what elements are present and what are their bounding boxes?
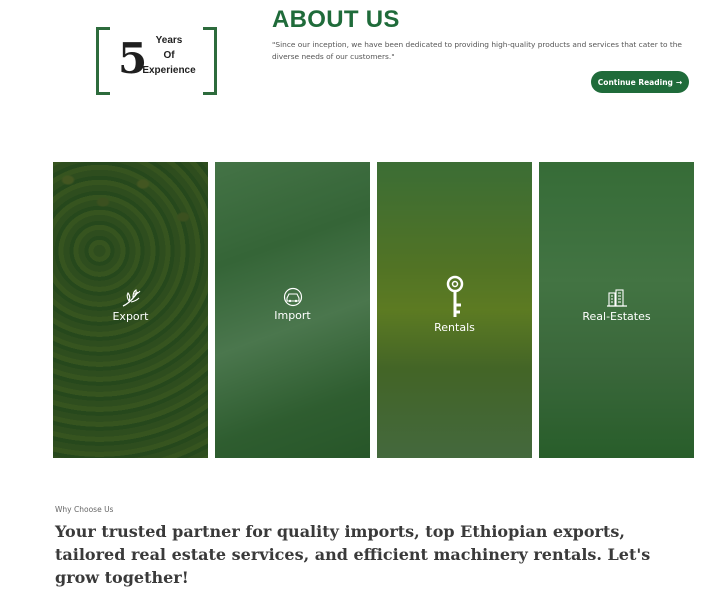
- experience-badge: 5 Years Of Experience: [96, 27, 217, 95]
- continue-reading-button[interactable]: Continue Reading →: [591, 71, 689, 93]
- left-bracket: [96, 27, 110, 95]
- years-word: Years: [155, 35, 183, 46]
- card-import-label: Import: [274, 309, 311, 322]
- about-text: "Since our inception, we have been dedic…: [272, 40, 682, 61]
- card-rentals[interactable]: Rentals: [377, 162, 532, 458]
- plant-icon: [122, 289, 140, 307]
- card-real-estates-label: Real-Estates: [582, 310, 651, 323]
- card-export-content: Export: [53, 288, 208, 323]
- card-rentals-label: Rentals: [434, 321, 475, 334]
- card-import[interactable]: Import: [215, 162, 370, 458]
- card-real-estates[interactable]: Real-Estates: [539, 162, 694, 458]
- card-import-content: Import: [215, 287, 370, 322]
- why-choose-us-heading: Your trusted partner for quality imports…: [55, 522, 651, 587]
- experience-word: Experience: [142, 65, 196, 76]
- key-icon: [446, 275, 463, 317]
- years-caption: Years Of Experience: [142, 33, 196, 78]
- arrow-right-icon: →: [675, 77, 683, 87]
- buildings-icon: [606, 289, 627, 307]
- card-real-estates-content: Real-Estates: [539, 288, 694, 323]
- car-icon: [283, 287, 302, 307]
- card-export[interactable]: Export: [53, 162, 208, 458]
- about-title: ABOUT US: [272, 6, 400, 33]
- of-word: Of: [163, 50, 175, 61]
- card-rentals-content: Rentals: [377, 275, 532, 334]
- why-choose-us-label: Why Choose Us: [55, 505, 114, 514]
- continue-reading-label: Continue Reading: [597, 77, 673, 87]
- right-bracket: [203, 27, 217, 95]
- card-export-label: Export: [112, 310, 149, 323]
